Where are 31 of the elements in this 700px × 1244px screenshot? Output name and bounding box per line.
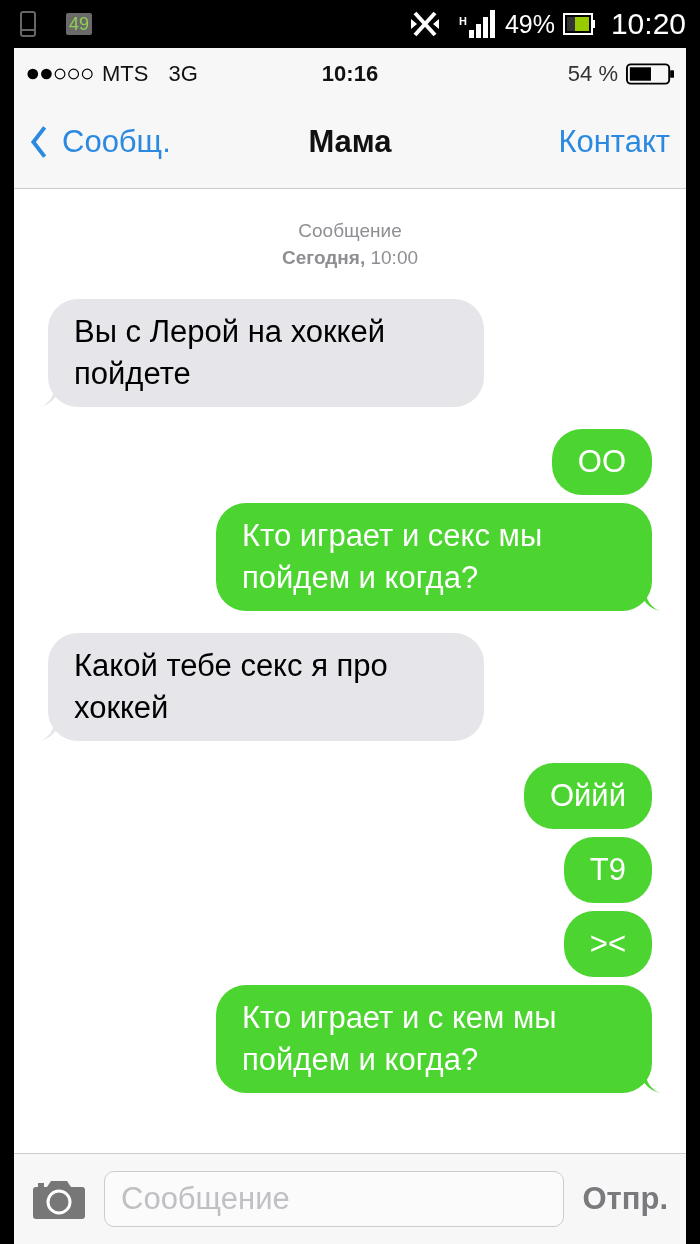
message-bubble: ОО <box>551 429 652 495</box>
back-chevron-icon <box>30 125 48 159</box>
signal-icon <box>468 10 497 38</box>
battery-percent: 54 % <box>567 61 618 87</box>
battery-icon <box>562 13 595 35</box>
back-button[interactable]: Сообщ. <box>30 124 171 160</box>
message-bubble: Какой тебе секс я про хоккей <box>48 633 484 741</box>
battery-badge: 49 <box>66 13 93 35</box>
nav-title: Мама <box>308 124 392 160</box>
thread-date: Сегодня, 10:00 <box>281 246 418 270</box>
status-time: 10:20 <box>610 7 686 41</box>
network-type: 3G <box>168 61 198 87</box>
thread-service: Сообщение <box>298 219 402 243</box>
vibrate-off-icon <box>408 9 441 39</box>
battery-icon <box>626 63 674 85</box>
message-bubble: Т9 <box>563 837 652 903</box>
send-button[interactable]: Отпр. <box>582 1181 668 1217</box>
message-bubble: Кто играет и секс мы пойдем и когда? <box>216 503 652 611</box>
signal-dots-icon <box>26 67 96 81</box>
battery-percent: 49% <box>504 9 555 39</box>
camera-icon[interactable] <box>32 1179 86 1219</box>
phone-icon <box>20 11 36 37</box>
message-bubble: >< <box>563 911 652 977</box>
carrier-name: MTS <box>102 61 149 87</box>
message-bubble: Оййй <box>523 763 652 829</box>
message-bubble: Вы с Лерой на хоккей пойдете <box>48 299 484 407</box>
network-type: H <box>458 15 467 27</box>
message-bubble: Кто играет и с кем мы пойдем и когда? <box>216 985 652 1093</box>
message-field[interactable]: Сообщение <box>104 1171 565 1227</box>
contact-button[interactable]: Контакт <box>558 124 670 160</box>
status-time: 10:16 <box>321 61 379 87</box>
